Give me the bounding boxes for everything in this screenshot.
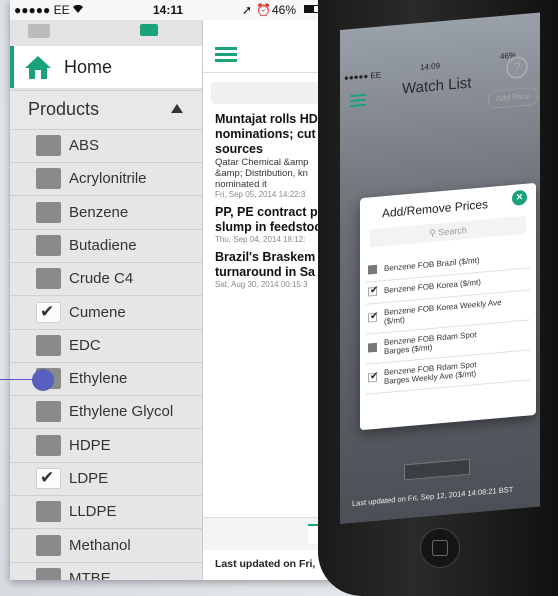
product-label: Ethylene Glycol [69, 403, 174, 421]
product-item[interactable]: ✔ HDPE [10, 429, 202, 463]
product-item[interactable]: ✔ LLDPE [10, 496, 202, 530]
product-item[interactable]: ✔ MTBE [10, 562, 202, 580]
close-icon[interactable]: × [512, 189, 527, 206]
checkbox[interactable]: ✔ [368, 284, 379, 297]
product-label: ABS [69, 137, 100, 154]
checkbox[interactable]: ✔ [36, 501, 61, 523]
product-item[interactable]: ✔ Acrylonitrile [10, 163, 202, 197]
status-bar: ●●●●● EE 14:11 ➚ ⏰ 46% [10, 0, 350, 20]
checkbox[interactable]: ✔ [36, 135, 61, 156]
checkbox[interactable]: ✔ [368, 310, 379, 323]
product-item[interactable]: ✔ ABS [10, 130, 202, 163]
product-item[interactable]: ✔ Butadiene [10, 229, 202, 263]
product-item[interactable]: ✔ Methanol [10, 529, 202, 563]
checkmark-icon: ✔ [370, 310, 379, 323]
search-input[interactable]: ⚲ Search [370, 215, 526, 248]
price-label: Benzene FOB Korea Weekly Ave ($/mt) [384, 297, 502, 327]
menu-icon[interactable] [215, 47, 237, 63]
checkbox[interactable]: ✔ [36, 234, 61, 256]
sidebar: Home Products ✔ ABS ✔ Acrylonitrile ✔ Benzene… [10, 20, 203, 580]
left-phone-screen: ●●●●● EE 14:11 ➚ ⏰ 46% Home Products ✔ AB… [10, 0, 350, 580]
checkbox[interactable]: ✔ [36, 301, 61, 323]
search-icon: ⚲ [429, 227, 436, 239]
last-updated-label: Last updated on Fri, [215, 558, 316, 570]
product-item[interactable]: ✔ Benzene [10, 196, 202, 230]
product-label: LDPE [69, 470, 109, 487]
home-button[interactable] [420, 528, 460, 568]
price-label: Benzene FOB Rdam Spot Barges ($/mt) [384, 329, 477, 357]
sidebar-item-label: Home [64, 57, 113, 77]
dialog-title: Add/Remove Prices [382, 197, 489, 221]
sidebar-item-home[interactable]: Home [10, 46, 202, 88]
price-list: ✔ Benzene FOB Brazil ($/mt) ✔ Benzene FOB K… [360, 183, 536, 395]
checkmark-icon: ✔ [40, 301, 55, 321]
product-label: Methanol [69, 536, 131, 554]
checkbox[interactable]: ✔ [36, 468, 61, 489]
product-item[interactable]: ✔ Ethylene Glycol [10, 396, 202, 430]
sidebar-item-label: Products [28, 99, 100, 119]
badge [140, 24, 158, 36]
product-label: HDPE [69, 436, 111, 454]
checkbox[interactable]: ✔ [36, 201, 61, 223]
clock-label: 14:09 [420, 61, 441, 73]
product-item[interactable]: ✔ Crude C4 [10, 263, 202, 297]
checkbox[interactable]: ✔ [36, 534, 61, 556]
product-label: Cumene [69, 303, 126, 321]
wifi-icon [72, 3, 84, 17]
sidebar-peek-row [10, 20, 202, 44]
product-label: MTBE [69, 569, 111, 580]
location-icon: ➚ [242, 3, 253, 17]
product-label: EDC [69, 336, 101, 354]
product-label: Benzene [69, 203, 129, 221]
checkbox[interactable]: ✔ [368, 342, 377, 353]
carrier-label: ●●●●● EE [344, 70, 382, 83]
last-updated-label: Last updated on Fri, Sep 12, 2014 14:08:… [352, 484, 514, 508]
right-phone: ●●●●● EE 14:09 46% Watch List ? Add Pric… [318, 0, 558, 596]
sidebar-item-products[interactable]: Products [10, 90, 202, 130]
checkbox[interactable]: ✔ [368, 264, 377, 275]
product-label: Crude C4 [69, 270, 134, 288]
touch-indicator [32, 369, 54, 391]
checkbox[interactable]: ✔ [36, 567, 61, 580]
checkbox[interactable]: ✔ [36, 334, 61, 356]
product-label: Ethylene [69, 370, 128, 388]
alarm-icon: ⏰ [256, 3, 271, 17]
menu-icon[interactable] [350, 93, 366, 108]
home-icon [25, 56, 51, 79]
battery-percent: 46% [272, 3, 297, 17]
checkbox[interactable]: ✔ [36, 268, 61, 290]
page-indicator [404, 458, 470, 481]
checkbox[interactable]: ✔ [36, 168, 61, 190]
checkbox[interactable]: ✔ [36, 401, 61, 423]
price-label: Benzene FOB Korea ($/mt) [384, 277, 481, 296]
checkbox[interactable]: ✔ [368, 370, 379, 383]
product-item[interactable]: ✔ Cumene [10, 296, 202, 330]
checkmark-icon: ✔ [40, 468, 55, 487]
product-label: Butadiene [69, 236, 137, 254]
carrier-label: ●●●●● EE [14, 3, 70, 17]
chevron-up-icon [171, 104, 183, 113]
add-remove-prices-dialog: Add/Remove Prices × ⚲ Search ✔ Benzene FO… [360, 182, 536, 431]
help-icon[interactable]: ? [506, 55, 528, 80]
price-label: Benzene FOB Brazil ($/mt) [384, 256, 480, 274]
product-label: LLDPE [69, 503, 117, 521]
product-item[interactable]: ✔ LDPE [10, 463, 202, 496]
search-placeholder: Search [438, 224, 467, 238]
screen-title: Watch List [402, 74, 472, 98]
checkbox[interactable]: ✔ [36, 434, 61, 456]
add-price-button[interactable]: Add Price [488, 86, 538, 110]
clock-label: 14:11 [153, 3, 184, 17]
user-icon [28, 24, 50, 38]
checkmark-icon: ✔ [370, 370, 379, 383]
product-item[interactable]: ✔ EDC [10, 329, 202, 363]
watch-list-screen: ●●●●● EE 14:09 46% Watch List ? Add Pric… [340, 12, 540, 525]
price-label: Benzene FOB Rdam Spot Barges Weekly Ave … [384, 359, 477, 387]
product-label: Acrylonitrile [69, 170, 147, 188]
checkmark-icon: ✔ [370, 284, 379, 297]
